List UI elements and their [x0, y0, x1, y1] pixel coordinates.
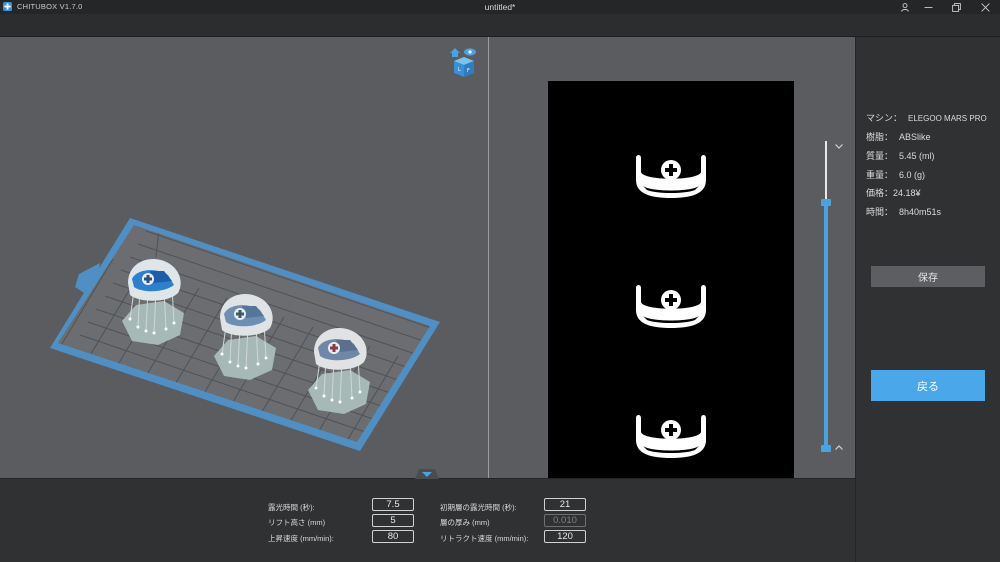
user-icon — [901, 2, 909, 12]
retract-speed-label: リトラクト速度 (mm/min): — [440, 534, 529, 543]
info-time: 時間： 8h40m51s — [866, 205, 941, 218]
lift-height-label: リフト高さ (mm) — [268, 518, 326, 527]
chitubox-window: CHITUBOX V1.7.0 untitled* L F マシン： ELEGO… — [0, 0, 1000, 562]
bottom-exposure-label: 初期層の露光時間 (秒): — [440, 503, 517, 512]
info-value: 8h40m51s — [899, 207, 942, 217]
layer-slider-thumb-bottom[interactable] — [821, 445, 831, 452]
chevron-down-icon[interactable] — [834, 141, 844, 151]
layer-slider-thumb-top[interactable] — [821, 199, 831, 206]
info-value: 24.18¥ — [893, 188, 921, 198]
slice-info-panel: マシン： ELEGOO MARS PRO 樹脂： ABSlike 質量： 5.45 (… — [855, 37, 1000, 562]
slice-preview-viewport — [489, 37, 855, 478]
info-value: ABSlike — [899, 132, 931, 142]
info-price: 価格：24.18¥ — [866, 186, 921, 199]
view-cube-icon[interactable]: L F — [450, 48, 476, 77]
layer-slider-track[interactable] — [824, 203, 828, 450]
document-title: untitled* — [484, 2, 516, 12]
3d-viewport[interactable]: L F — [0, 37, 488, 478]
save-button[interactable]: 保存 — [871, 266, 985, 287]
info-volume: 質量： 5.45 (ml) — [866, 149, 935, 162]
info-value: 5.45 (ml) — [899, 151, 935, 161]
exposure-time-field[interactable]: 7.5 — [372, 498, 414, 511]
bottom-exposure-field[interactable]: 21 — [544, 498, 586, 511]
minimize-icon — [924, 6, 932, 8]
triangle-down-icon[interactable] — [415, 469, 439, 479]
lift-speed-label: 上昇速度 (mm/min): — [268, 534, 334, 543]
info-label: 樹脂： — [866, 132, 894, 142]
close-button[interactable] — [972, 0, 998, 14]
info-weight: 重量： 6.0 (g) — [866, 168, 925, 181]
back-button[interactable]: 戻る — [871, 370, 985, 401]
svg-text:F: F — [467, 68, 470, 74]
layer-slider-track-upper[interactable] — [825, 141, 827, 203]
title-bar: CHITUBOX V1.7.0 untitled* — [0, 0, 1000, 14]
info-label: マシン： — [866, 113, 903, 123]
layer-height-field: 0.010 — [544, 514, 586, 527]
restore-icon — [951, 2, 961, 12]
info-value: 6.0 (g) — [899, 170, 926, 180]
close-icon — [980, 2, 990, 12]
restore-button[interactable] — [943, 0, 969, 14]
info-resin: 樹脂： ABSlike — [866, 130, 931, 143]
chevron-up-icon[interactable] — [834, 443, 844, 453]
slice-shape-3 — [636, 415, 706, 458]
info-label: 重量： — [866, 170, 894, 180]
info-label: 価格： — [866, 188, 894, 198]
lift-height-field[interactable]: 5 — [372, 514, 414, 527]
app-name: CHITUBOX V1.7.0 — [17, 2, 83, 11]
print-parameters-panel: 露光時間 (秒): 7.5 リフト高さ (mm) 5 上昇速度 (mm/min)… — [0, 469, 855, 562]
retract-speed-field[interactable]: 120 — [544, 530, 586, 543]
build-plate-scene: L F — [50, 48, 476, 451]
info-label: 質量： — [866, 151, 894, 161]
minimize-button[interactable] — [915, 0, 941, 14]
info-value: ELEGOO MARS PRO — [908, 114, 987, 123]
chitubox-logo-icon — [3, 2, 12, 11]
info-label: 時間： — [866, 207, 894, 217]
slice-shape-1 — [636, 155, 706, 198]
slice-layer-image — [548, 81, 794, 478]
lift-speed-field[interactable]: 80 — [372, 530, 414, 543]
layer-height-label: 層の厚み (mm) — [440, 518, 490, 527]
exposure-time-label: 露光時間 (秒): — [268, 503, 315, 512]
toolbar-area — [0, 14, 1000, 37]
svg-text:L: L — [458, 67, 461, 73]
slice-shape-2 — [636, 285, 706, 328]
info-machine: マシン： ELEGOO MARS PRO — [866, 111, 987, 124]
